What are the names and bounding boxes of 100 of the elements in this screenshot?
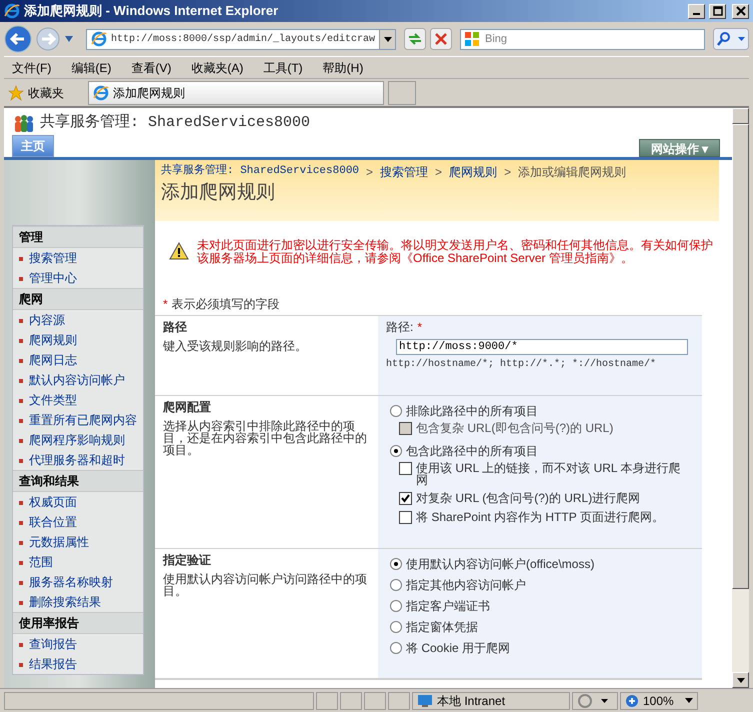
nav-link[interactable]: 结果报告 xyxy=(29,656,77,670)
status-panel xyxy=(316,692,338,710)
bullet-icon xyxy=(19,520,23,524)
window-title: 添加爬网规则 - Windows Internet Explorer xyxy=(24,2,280,20)
browser-logo-icon xyxy=(4,3,20,19)
bullet-icon xyxy=(19,256,23,260)
bullet-icon xyxy=(19,662,23,666)
nav-link[interactable]: 爬网程序影响规则 xyxy=(29,432,125,446)
scroll-down-arrow-icon[interactable] xyxy=(736,678,744,682)
minimize-button[interactable] xyxy=(688,4,705,18)
scroll-up-button[interactable] xyxy=(732,108,749,124)
bullet-icon xyxy=(19,560,23,564)
option-label: 指定客户端证书 xyxy=(406,600,491,612)
maximize-button[interactable] xyxy=(709,4,726,18)
checkbox[interactable] xyxy=(399,462,412,474)
nav-link[interactable]: 文件类型 xyxy=(29,392,77,406)
menu-item[interactable]: 工具(T) xyxy=(263,58,303,76)
option-label: 排除此路径中的所有项目 xyxy=(406,404,539,416)
bullet-icon xyxy=(19,642,23,646)
nav-link[interactable]: 管理中心 xyxy=(29,270,77,284)
breadcrumb-separator: > xyxy=(435,164,442,180)
nav-link[interactable]: 服务器名称映射 xyxy=(29,574,113,588)
radio-button[interactable] xyxy=(390,578,402,590)
menu-item[interactable]: 编辑(E) xyxy=(71,58,112,76)
radio-button[interactable] xyxy=(390,558,402,570)
status-panel xyxy=(340,692,362,710)
option-label: 使用该 URL 上的链接，而不对该 URL 本身进行爬网 xyxy=(416,462,681,486)
search-field[interactable]: Bing xyxy=(460,28,705,50)
close-button[interactable] xyxy=(732,4,749,18)
nav-link[interactable]: 删除搜索结果 xyxy=(29,594,101,608)
section-title: 指定验证 xyxy=(163,552,212,568)
nav-link[interactable]: 重置所有已爬网内容 xyxy=(29,412,137,426)
radio-button[interactable] xyxy=(390,444,402,456)
bullet-icon xyxy=(19,318,23,322)
caret-icon xyxy=(384,36,392,42)
nav-link[interactable]: 查询报告 xyxy=(29,636,77,650)
minimize-icon xyxy=(693,13,700,15)
menu-item[interactable]: 文件(F) xyxy=(12,58,52,76)
bullet-icon xyxy=(19,418,23,422)
radio-button[interactable] xyxy=(390,404,402,416)
section-title: 路径 xyxy=(163,318,188,336)
refresh-icon[interactable] xyxy=(404,28,426,50)
nav-link[interactable]: 搜索管理 xyxy=(29,250,77,264)
nav-link[interactable]: 代理服务器和超时 xyxy=(29,452,125,466)
section-description: 键入受该规则影响的路径。 xyxy=(163,340,308,352)
radio-button[interactable] xyxy=(390,620,402,632)
nav-link[interactable]: 范围 xyxy=(29,554,53,568)
bullet-icon xyxy=(19,378,23,382)
section-description: 使用默认内容访问帐户访问路径中的项目。 xyxy=(163,572,368,596)
nav-link[interactable]: 爬网规则 xyxy=(29,332,77,346)
radio-button[interactable] xyxy=(390,642,402,654)
menu-item[interactable]: 查看(V) xyxy=(131,58,172,76)
breadcrumb-current: 添加或编辑爬网规则 xyxy=(518,164,626,180)
radio-button[interactable] xyxy=(390,600,402,612)
checkbox[interactable] xyxy=(399,492,412,504)
site-title: 共享服务管理: SharedServices8000 xyxy=(40,112,310,133)
nav-link[interactable]: 元数据属性 xyxy=(29,534,89,548)
option-label: 将 SharePoint 内容作为 HTTP 页面进行爬网。 xyxy=(416,510,665,522)
dropdown-button[interactable] xyxy=(379,30,395,48)
field-hint: http://hostname/*; http://*.*; *://hostname/* xyxy=(386,358,658,372)
star-icon[interactable] xyxy=(8,84,24,100)
breadcrumb-link[interactable]: 共享服务管理: SharedServices8000 xyxy=(161,163,360,180)
checkbox[interactable] xyxy=(399,510,412,524)
browser-tab[interactable]: 添加爬网规则 xyxy=(88,80,384,104)
bullet-icon xyxy=(19,276,23,280)
warning-icon xyxy=(169,242,189,260)
nav-link[interactable]: 权威页面 xyxy=(29,494,77,508)
breadcrumb-link[interactable]: 搜索管理 xyxy=(380,162,428,180)
menu-item[interactable]: 收藏夹(A) xyxy=(191,58,244,76)
nav-link[interactable]: 内容源 xyxy=(29,312,65,326)
breadcrumb-link[interactable]: 爬网规则 xyxy=(449,162,498,180)
back-button-icon[interactable] xyxy=(4,25,32,53)
option-label: 使用默认内容访问帐户(office\moss) xyxy=(406,558,596,570)
menu-item[interactable]: 帮助(H) xyxy=(322,58,364,76)
nav-heading: 管理 xyxy=(13,226,143,248)
search-icon[interactable] xyxy=(713,28,749,50)
option-label: 指定其他内容访问帐户 xyxy=(406,578,527,590)
caret-icon xyxy=(685,698,693,703)
path-input-field[interactable]: http://moss:9000/* xyxy=(396,338,688,355)
zoom-button[interactable]: 100% xyxy=(620,692,698,710)
dropdown-caret-icon[interactable] xyxy=(64,35,74,43)
bullet-icon xyxy=(19,600,23,604)
nav-heading: 查询和结果 xyxy=(13,470,143,492)
nav-link[interactable]: 爬网日志 xyxy=(29,352,77,366)
bullet-icon xyxy=(19,458,23,462)
maximize-icon xyxy=(712,5,724,17)
close-icon xyxy=(734,5,746,17)
stop-icon[interactable] xyxy=(430,28,452,50)
bullet-icon xyxy=(19,338,23,342)
breadcrumb-separator: > xyxy=(366,164,374,180)
nav-link[interactable]: 联合位置 xyxy=(29,514,77,528)
security-zone: 本地 Intranet xyxy=(437,692,506,710)
address-field[interactable]: http://moss:8000/ssp/admin/_layouts/editcraw xyxy=(86,28,396,50)
section-title: 爬网配置 xyxy=(163,398,212,416)
bullet-icon xyxy=(19,580,23,584)
favorites-button[interactable]: 收藏夹 xyxy=(28,84,64,102)
nav-link[interactable]: 默认内容访问帐户 xyxy=(29,372,125,386)
people-icon xyxy=(12,113,36,134)
nav-heading: 使用率报告 xyxy=(13,612,143,634)
bullet-icon xyxy=(19,540,23,544)
